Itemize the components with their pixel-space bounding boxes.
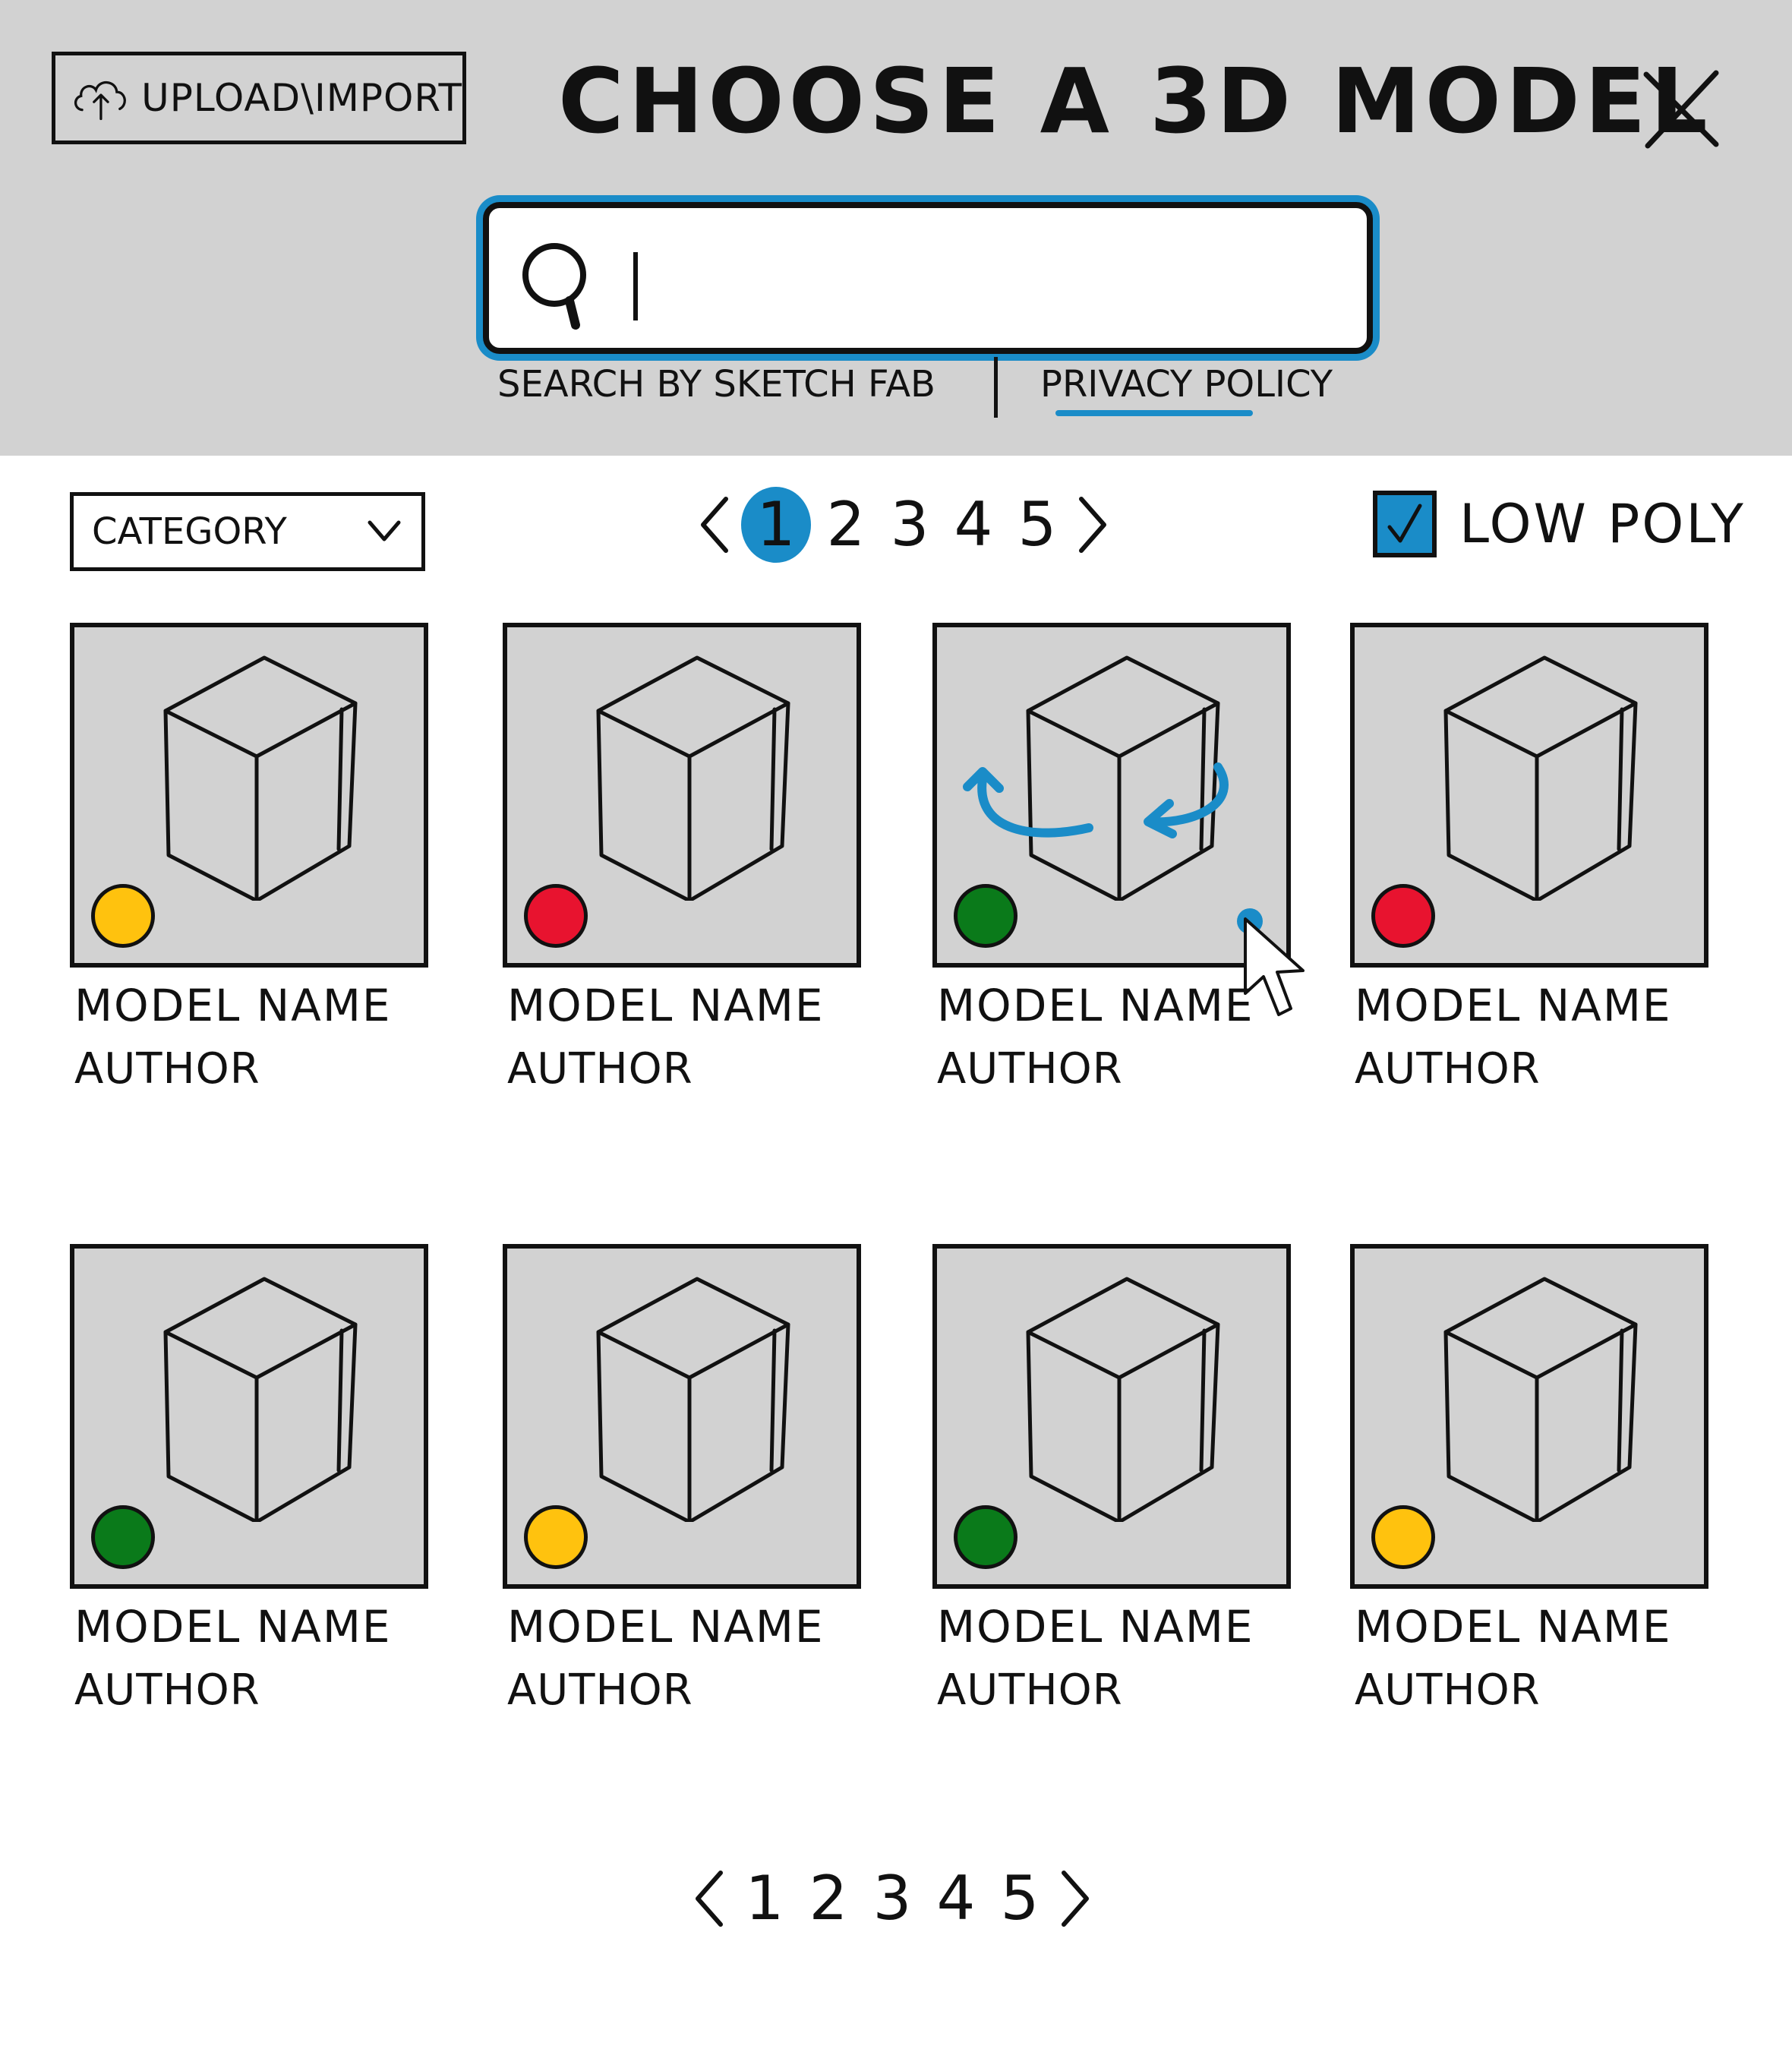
- model-card[interactable]: MODEL NAME AUTHOR: [503, 1244, 867, 1730]
- status-dot: [91, 1505, 155, 1569]
- page-4-button[interactable]: 4: [924, 1857, 988, 1940]
- search-input[interactable]: [652, 238, 1339, 324]
- model-card[interactable]: MODEL NAME AUTHOR: [1350, 1244, 1715, 1730]
- checkmark-icon: [1387, 504, 1422, 543]
- status-dot: [524, 1505, 588, 1569]
- cube-icon: [583, 650, 803, 903]
- model-name: MODEL NAME: [937, 980, 1254, 1031]
- model-thumbnail[interactable]: [503, 1244, 861, 1589]
- page-3-button[interactable]: 3: [878, 483, 942, 567]
- model-thumbnail[interactable]: [1350, 623, 1708, 968]
- search-field[interactable]: [483, 202, 1373, 354]
- low-poly-filter[interactable]: LOW POLY: [1373, 486, 1746, 562]
- text-cursor: [633, 252, 638, 320]
- page-title: CHOOSE A 3D MODEL: [558, 49, 1712, 153]
- model-card[interactable]: MODEL NAME AUTHOR: [503, 623, 867, 1109]
- chevron-left-icon[interactable]: [693, 488, 738, 561]
- model-card[interactable]: MODEL NAME AUTHOR: [932, 1244, 1297, 1730]
- pagination-bottom: 1 2 3 4 5: [687, 1857, 1097, 1940]
- search-icon: [522, 243, 586, 330]
- status-dot: [524, 884, 588, 948]
- rotate-icon: [963, 762, 1229, 838]
- cube-icon: [150, 650, 371, 903]
- header: UPLOAD\IMPORT CHOOSE A 3D MODEL SEARCH B…: [0, 0, 1792, 456]
- model-author[interactable]: AUTHOR: [74, 1044, 260, 1094]
- divider: [994, 357, 998, 418]
- model-thumbnail[interactable]: [932, 1244, 1291, 1589]
- status-dot: [1371, 1505, 1435, 1569]
- model-thumbnail[interactable]: [503, 623, 861, 968]
- cube-icon: [150, 1271, 371, 1524]
- status-dot: [954, 884, 1017, 948]
- model-name: MODEL NAME: [1355, 980, 1672, 1031]
- cube-icon: [1431, 650, 1651, 903]
- model-name: MODEL NAME: [74, 980, 392, 1031]
- cube-icon: [1431, 1271, 1651, 1524]
- page-3-button[interactable]: 3: [860, 1857, 924, 1940]
- model-card[interactable]: MODEL NAME AUTHOR: [1350, 623, 1715, 1109]
- model-name: MODEL NAME: [507, 980, 825, 1031]
- search-meta: SEARCH BY SKETCH FAB PRIVACY POLICY: [497, 357, 1333, 418]
- model-author[interactable]: AUTHOR: [74, 1665, 260, 1715]
- model-name: MODEL NAME: [937, 1601, 1254, 1653]
- pagination-top: 1 2 3 4 5: [693, 483, 1115, 567]
- search-by-label: SEARCH BY SKETCH FAB: [497, 363, 935, 406]
- page-5-button[interactable]: 5: [1005, 483, 1069, 567]
- model-card[interactable]: MODEL NAME AUTHOR: [932, 623, 1305, 1109]
- model-thumbnail[interactable]: [70, 1244, 428, 1589]
- model-author[interactable]: AUTHOR: [1355, 1044, 1541, 1094]
- page-1-button[interactable]: 1: [741, 487, 811, 563]
- model-author[interactable]: AUTHOR: [507, 1044, 693, 1094]
- cube-icon: [583, 1271, 803, 1524]
- model-author[interactable]: AUTHOR: [937, 1665, 1123, 1715]
- upload-import-label: UPLOAD\IMPORT: [141, 76, 462, 120]
- category-label: CATEGORY: [92, 510, 287, 553]
- model-thumbnail[interactable]: [932, 623, 1305, 1016]
- model-author[interactable]: AUTHOR: [937, 1044, 1123, 1094]
- cloud-upload-icon: [74, 81, 126, 121]
- chevron-right-icon[interactable]: [1052, 1862, 1097, 1935]
- status-dot: [954, 1505, 1017, 1569]
- privacy-policy-link[interactable]: PRIVACY POLICY: [1040, 363, 1333, 406]
- upload-import-button[interactable]: UPLOAD\IMPORT: [52, 52, 466, 144]
- model-author[interactable]: AUTHOR: [507, 1665, 693, 1715]
- model-author[interactable]: AUTHOR: [1355, 1665, 1541, 1715]
- chevron-left-icon[interactable]: [687, 1862, 733, 1935]
- chevron-right-icon[interactable]: [1069, 488, 1115, 561]
- page-5-button[interactable]: 5: [988, 1857, 1052, 1940]
- close-icon[interactable]: [1640, 68, 1724, 152]
- page-2-button[interactable]: 2: [797, 1857, 860, 1940]
- low-poly-label: LOW POLY: [1459, 493, 1746, 555]
- model-card[interactable]: MODEL NAME AUTHOR: [70, 623, 434, 1109]
- model-thumbnail[interactable]: [70, 623, 428, 968]
- model-card[interactable]: MODEL NAME AUTHOR: [70, 1244, 434, 1730]
- page-2-button[interactable]: 2: [814, 483, 878, 567]
- model-name: MODEL NAME: [1355, 1601, 1672, 1653]
- status-dot: [91, 884, 155, 948]
- model-name: MODEL NAME: [74, 1601, 392, 1653]
- status-dot: [1371, 884, 1435, 948]
- page-1-button[interactable]: 1: [733, 1857, 797, 1940]
- chevron-down-icon: [368, 520, 401, 541]
- category-dropdown[interactable]: CATEGORY: [70, 492, 425, 571]
- privacy-policy-underline: [1055, 410, 1253, 416]
- model-name: MODEL NAME: [507, 1601, 825, 1653]
- page-4-button[interactable]: 4: [942, 483, 1005, 567]
- low-poly-checkbox[interactable]: [1373, 491, 1437, 557]
- model-thumbnail[interactable]: [1350, 1244, 1708, 1589]
- cube-icon: [1013, 1271, 1233, 1524]
